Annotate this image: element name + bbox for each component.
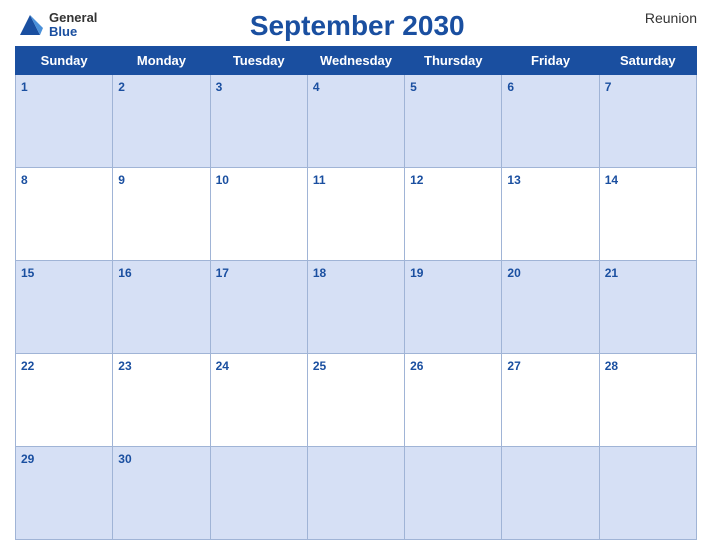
header-tuesday: Tuesday [210,47,307,75]
calendar-row-2: 8 9 10 11 12 13 14 [16,168,697,261]
calendar-cell [405,447,502,540]
header-sunday: Sunday [16,47,113,75]
day-number: 20 [507,266,520,280]
calendar-cell: 13 [502,168,599,261]
logo-general: General [49,11,97,25]
region-label: Reunion [617,10,697,26]
calendar-cell: 27 [502,354,599,447]
logo-blue: Blue [49,25,97,39]
calendar-row-4: 22 23 24 25 26 27 28 [16,354,697,447]
calendar-row-3: 15 16 17 18 19 20 21 [16,261,697,354]
calendar-row-1: 1 2 3 4 5 6 7 [16,75,697,168]
day-number: 3 [216,80,223,94]
logo-text: General Blue [49,11,97,40]
calendar-cell: 4 [307,75,404,168]
day-number: 30 [118,452,131,466]
day-number: 7 [605,80,612,94]
day-number: 21 [605,266,618,280]
logo: General Blue [15,10,97,40]
calendar-cell: 11 [307,168,404,261]
calendar-cell: 19 [405,261,502,354]
calendar-cell: 20 [502,261,599,354]
header-friday: Friday [502,47,599,75]
generalblue-logo-icon [15,10,45,40]
calendar-cell: 29 [16,447,113,540]
calendar-cell [599,447,696,540]
calendar-cell: 30 [113,447,210,540]
day-number: 18 [313,266,326,280]
calendar-cell: 12 [405,168,502,261]
day-number: 25 [313,359,326,373]
day-number: 17 [216,266,229,280]
calendar-cell: 9 [113,168,210,261]
calendar-cell: 23 [113,354,210,447]
calendar-cell: 15 [16,261,113,354]
calendar-cell: 14 [599,168,696,261]
calendar-cell: 16 [113,261,210,354]
day-number: 4 [313,80,320,94]
calendar-cell: 22 [16,354,113,447]
top-bar: General Blue September 2030 Reunion [15,10,697,42]
calendar-cell: 1 [16,75,113,168]
day-number: 9 [118,173,125,187]
header-monday: Monday [113,47,210,75]
calendar-cell [502,447,599,540]
calendar-cell: 25 [307,354,404,447]
calendar-cell [210,447,307,540]
calendar-cell: 17 [210,261,307,354]
day-number: 8 [21,173,28,187]
day-number: 26 [410,359,423,373]
day-number: 5 [410,80,417,94]
calendar-row-5: 29 30 [16,447,697,540]
calendar-cell: 28 [599,354,696,447]
day-number: 28 [605,359,618,373]
header-saturday: Saturday [599,47,696,75]
day-number: 14 [605,173,618,187]
calendar-title: September 2030 [97,10,617,42]
header-thursday: Thursday [405,47,502,75]
day-number: 24 [216,359,229,373]
calendar-cell: 5 [405,75,502,168]
calendar-cell: 8 [16,168,113,261]
calendar-cell [307,447,404,540]
calendar-table: Sunday Monday Tuesday Wednesday Thursday… [15,46,697,540]
calendar-cell: 2 [113,75,210,168]
day-number: 6 [507,80,514,94]
day-number: 29 [21,452,34,466]
weekday-header-row: Sunday Monday Tuesday Wednesday Thursday… [16,47,697,75]
day-number: 22 [21,359,34,373]
day-number: 23 [118,359,131,373]
calendar-cell: 26 [405,354,502,447]
calendar-cell: 7 [599,75,696,168]
day-number: 1 [21,80,28,94]
calendar-cell: 6 [502,75,599,168]
calendar-cell: 18 [307,261,404,354]
calendar-cell: 3 [210,75,307,168]
day-number: 10 [216,173,229,187]
day-number: 27 [507,359,520,373]
header-wednesday: Wednesday [307,47,404,75]
calendar-cell: 21 [599,261,696,354]
calendar-cell: 24 [210,354,307,447]
day-number: 12 [410,173,423,187]
day-number: 2 [118,80,125,94]
calendar-cell: 10 [210,168,307,261]
day-number: 15 [21,266,34,280]
day-number: 16 [118,266,131,280]
day-number: 11 [313,173,326,187]
day-number: 13 [507,173,520,187]
day-number: 19 [410,266,423,280]
